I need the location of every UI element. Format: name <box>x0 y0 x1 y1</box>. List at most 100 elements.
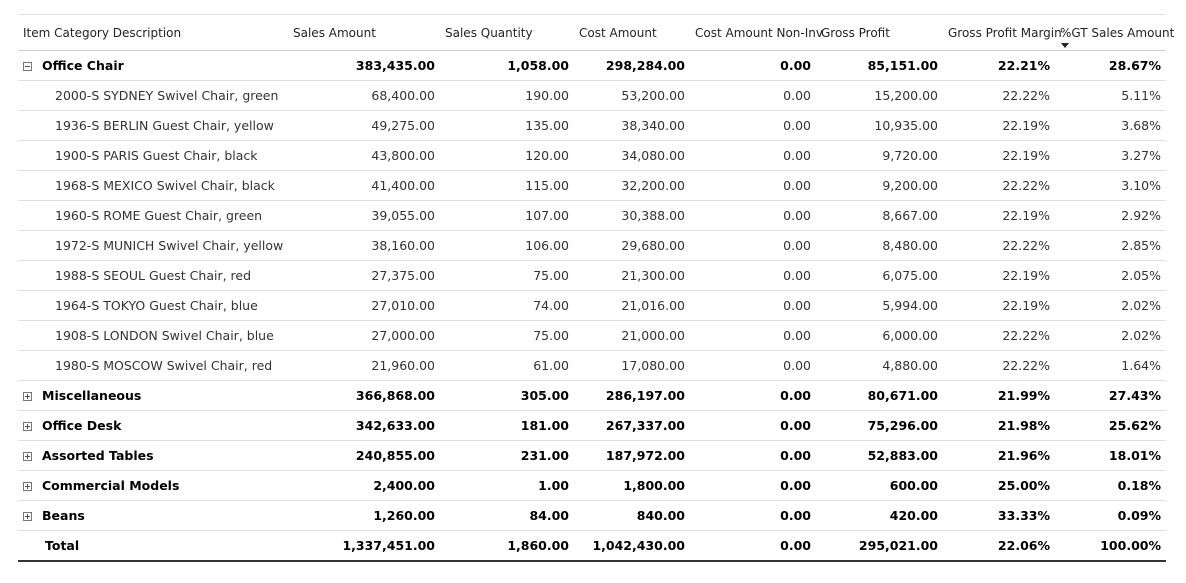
detail-row[interactable]: 1908-S LONDON Swivel Chair, blue 27,000.0… <box>18 321 1166 351</box>
group-row[interactable]: Office Chair 383,435.00 1,058.00 298,284.00… <box>18 51 1166 81</box>
gross-profit-cell: 8,667.00 <box>882 208 938 223</box>
detail-row[interactable]: 1936-S BERLIN Guest Chair, yellow 49,275.… <box>18 111 1166 141</box>
sales-amount-cell: 38,160.00 <box>371 238 435 253</box>
cost-amount-non-inv-cell: 0.00 <box>780 448 811 463</box>
sales-amount-cell: 1,337,451.00 <box>342 537 435 553</box>
group-row[interactable]: Beans 1,260.00 84.00 840.00 0.00 420.00 33.33%… <box>18 501 1166 531</box>
cost-amount-cell: 1,042,430.00 <box>592 537 685 553</box>
sort-descending-icon[interactable] <box>1061 43 1069 48</box>
sales-quantity-cell: 61.00 <box>533 358 569 373</box>
row-label: 1960-S ROME Guest Chair, green <box>55 208 263 223</box>
gross-profit-margin-cell: 22.19% <box>1002 208 1050 223</box>
group-row[interactable]: Miscellaneous 366,868.00 305.00 286,197.00 0… <box>18 381 1166 411</box>
cost-amount-non-inv-cell: 0.00 <box>783 268 811 283</box>
gross-profit-cell: 6,075.00 <box>882 268 938 283</box>
column-header-label: Sales Amount <box>293 25 376 40</box>
gross-profit-cell: 9,720.00 <box>882 148 938 163</box>
column-header-item-category[interactable]: Item Category Description <box>18 15 288 51</box>
cost-amount-cell: 34,080.00 <box>621 148 685 163</box>
total-row[interactable]: Total 1,337,451.00 1,860.00 1,042,430.00 0.0… <box>18 531 1166 561</box>
cost-amount-cell: 21,000.00 <box>621 328 685 343</box>
row-label: Office Desk <box>42 418 122 433</box>
gross-profit-margin-cell: 22.06% <box>997 537 1050 553</box>
expand-icon[interactable] <box>23 482 32 491</box>
group-row[interactable]: Office Desk 342,633.00 181.00 267,337.00 0.0… <box>18 411 1166 441</box>
detail-row[interactable]: 1964-S TOKYO Guest Chair, blue 27,010.00 7… <box>18 291 1166 321</box>
sales-quantity-cell: 231.00 <box>520 448 569 463</box>
cost-amount-cell: 1,800.00 <box>623 478 685 493</box>
cost-amount-cell: 38,340.00 <box>621 118 685 133</box>
column-header-label: Sales Quantity <box>445 25 533 40</box>
expand-icon[interactable] <box>23 512 32 521</box>
gross-profit-margin-cell: 22.19% <box>1002 268 1050 283</box>
gt-sales-amount-cell: 25.62% <box>1108 418 1161 433</box>
detail-row[interactable]: 1980-S MOSCOW Swivel Chair, red 21,960.00… <box>18 351 1166 381</box>
group-row[interactable]: Assorted Tables 240,855.00 231.00 187,972.0… <box>18 441 1166 471</box>
gt-sales-amount-cell: 0.09% <box>1117 508 1161 523</box>
detail-row[interactable]: 1960-S ROME Guest Chair, green 39,055.00 1… <box>18 201 1166 231</box>
gross-profit-margin-cell: 22.19% <box>1002 118 1050 133</box>
cost-amount-cell: 29,680.00 <box>621 238 685 253</box>
cost-amount-cell: 298,284.00 <box>605 58 685 73</box>
gross-profit-margin-cell: 33.33% <box>997 508 1050 523</box>
gt-sales-amount-cell: 27.43% <box>1108 388 1161 403</box>
row-label: 1972-S MUNICH Swivel Chair, yellow <box>55 238 284 253</box>
detail-row[interactable]: 2000-S SYDNEY Swivel Chair, green 68,400.… <box>18 81 1166 111</box>
column-header-sales-quantity[interactable]: Sales Quantity <box>440 15 574 51</box>
row-label: 1900-S PARIS Guest Chair, black <box>55 148 258 163</box>
sales-amount-cell: 27,000.00 <box>371 328 435 343</box>
cost-amount-non-inv-cell: 0.00 <box>780 388 811 403</box>
detail-row[interactable]: 1968-S MEXICO Swivel Chair, black 41,400.… <box>18 171 1166 201</box>
row-label-cell: 1980-S MOSCOW Swivel Chair, red <box>18 351 288 381</box>
cost-amount-cell: 840.00 <box>636 508 685 523</box>
gross-profit-cell: 80,671.00 <box>867 388 938 403</box>
column-header-gross-profit-margin[interactable]: Gross Profit Margin <box>943 15 1062 51</box>
sales-amount-cell: 27,375.00 <box>371 268 435 283</box>
expand-icon[interactable] <box>23 392 32 401</box>
sales-amount-cell: 41,400.00 <box>371 178 435 193</box>
gt-sales-amount-cell: 100.00% <box>1100 537 1161 553</box>
sales-amount-cell: 39,055.00 <box>371 208 435 223</box>
sales-quantity-cell: 305.00 <box>520 388 569 403</box>
sales-amount-cell: 342,633.00 <box>355 418 435 433</box>
gross-profit-cell: 295,021.00 <box>858 537 938 553</box>
group-row[interactable]: Commercial Models 2,400.00 1.00 1,800.00 0.0… <box>18 471 1166 501</box>
detail-row[interactable]: 1900-S PARIS Guest Chair, black 43,800.00… <box>18 141 1166 171</box>
row-label: Commercial Models <box>42 478 180 493</box>
gross-profit-margin-cell: 21.96% <box>997 448 1050 463</box>
cost-amount-non-inv-cell: 0.00 <box>780 537 811 553</box>
column-header-label: %GT Sales Amount <box>1060 25 1175 40</box>
gt-sales-amount-cell: 2.85% <box>1121 238 1161 253</box>
column-header-cost-amount[interactable]: Cost Amount <box>574 15 690 51</box>
collapse-icon[interactable] <box>23 62 32 71</box>
matrix-table: Item Category Description Sales Amount Sal… <box>18 14 1174 562</box>
cost-amount-cell: 21,016.00 <box>621 298 685 313</box>
gross-profit-margin-cell: 21.99% <box>997 388 1050 403</box>
row-label: 1968-S MEXICO Swivel Chair, black <box>55 178 275 193</box>
cost-amount-non-inv-cell: 0.00 <box>783 178 811 193</box>
expand-icon[interactable] <box>23 422 32 431</box>
column-header-gross-profit[interactable]: Gross Profit <box>816 15 943 51</box>
sales-quantity-cell: 107.00 <box>525 208 569 223</box>
column-header-sales-amount[interactable]: Sales Amount <box>288 15 440 51</box>
row-label-cell: 1960-S ROME Guest Chair, green <box>18 201 288 231</box>
sales-amount-cell: 49,275.00 <box>371 118 435 133</box>
cost-amount-non-inv-cell: 0.00 <box>783 88 811 103</box>
cost-amount-non-inv-cell: 0.00 <box>783 118 811 133</box>
column-header-cost-amount-non-inv[interactable]: Cost Amount Non-Inv <box>690 15 823 51</box>
row-label-cell: 1988-S SEOUL Guest Chair, red <box>18 261 288 291</box>
gt-sales-amount-cell: 2.92% <box>1121 208 1161 223</box>
matrix-visual: Item Category Description Sales Amount Sal… <box>18 14 1174 562</box>
gross-profit-cell: 8,480.00 <box>882 238 938 253</box>
row-label-cell: 1936-S BERLIN Guest Chair, yellow <box>18 111 288 141</box>
detail-row[interactable]: 1988-S SEOUL Guest Chair, red 27,375.00 75… <box>18 261 1166 291</box>
expand-icon[interactable] <box>23 452 32 461</box>
row-label-cell: 1900-S PARIS Guest Chair, black <box>18 141 288 171</box>
sales-amount-cell: 2,400.00 <box>373 478 435 493</box>
row-label-cell: 2000-S SYDNEY Swivel Chair, green <box>18 81 288 111</box>
column-header-gt-sales-amount[interactable]: %GT Sales Amount <box>1055 15 1174 51</box>
cost-amount-non-inv-cell: 0.00 <box>780 58 811 73</box>
gross-profit-cell: 6,000.00 <box>882 328 938 343</box>
detail-row[interactable]: 1972-S MUNICH Swivel Chair, yellow 38,160… <box>18 231 1166 261</box>
sales-amount-cell: 240,855.00 <box>355 448 435 463</box>
